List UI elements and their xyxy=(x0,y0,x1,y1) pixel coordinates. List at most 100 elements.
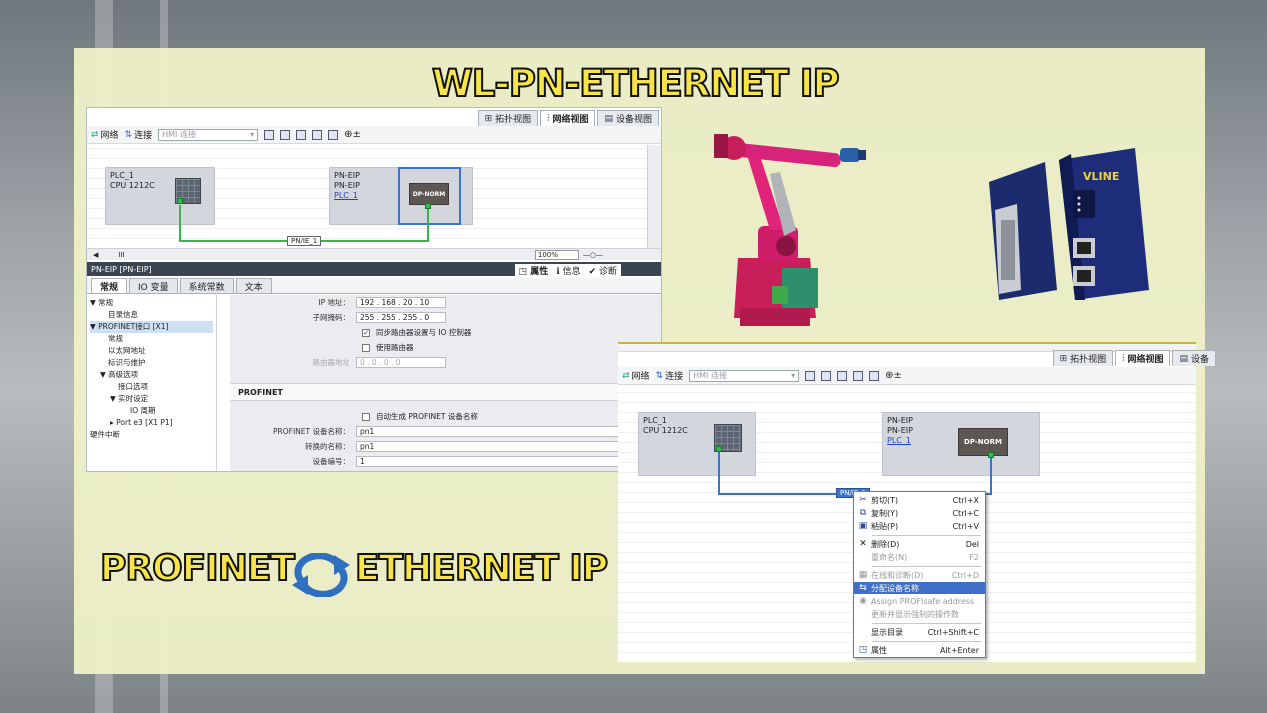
router-address-field[interactable]: 0 . 0 . 0 . 0 xyxy=(356,357,446,368)
scroll-left-icon[interactable]: ◀ xyxy=(93,251,98,259)
converted-name-field[interactable]: pn1 xyxy=(356,441,656,452)
tab-topology-view[interactable]: ⊞ 拓扑视图 xyxy=(1052,350,1114,366)
menu-item-delete[interactable]: ✕ 删除(D) Del xyxy=(854,538,985,550)
auto-name-checkbox[interactable] xyxy=(362,412,370,421)
toolbar-icon[interactable] xyxy=(805,370,816,381)
inspector-tabs: 常规 IO 变量 系统常数 文本 xyxy=(87,278,661,294)
sync-router-checkbox[interactable]: ✓ xyxy=(362,328,370,337)
scissors-icon: ✂ xyxy=(859,495,867,505)
zoom-icon[interactable]: ⊕± xyxy=(885,370,902,381)
tree-item[interactable]: IO 周期 xyxy=(90,405,213,417)
menu-item-online-diagnostics[interactable]: ▦ 在线和诊断(D) Ctrl+D xyxy=(854,569,985,581)
tree-item[interactable]: 接口选项 xyxy=(90,381,213,393)
toolbar-icon[interactable] xyxy=(837,370,848,381)
connect-button[interactable]: ⇅ 连接 xyxy=(124,128,153,142)
ethernet-ip-title: ETHERNET IP xyxy=(354,547,609,590)
plc-port[interactable] xyxy=(177,198,183,204)
vertical-scrollbar[interactable] xyxy=(647,145,661,248)
connect-icon: ⇅ xyxy=(124,129,133,140)
copy-icon: ⧉ xyxy=(859,508,867,518)
tree-item[interactable]: 硬件中断 xyxy=(90,429,213,441)
hmi-connection-select[interactable]: HMI 连接 ▾ xyxy=(689,369,800,382)
profinet-section[interactable]: PROFINET xyxy=(230,383,661,401)
toolbar-icon[interactable] xyxy=(869,370,880,381)
dp-norm-block: DP-NORM xyxy=(958,428,1008,456)
device-name-field[interactable]: pn1 xyxy=(356,426,656,437)
tab-texts[interactable]: 文本 xyxy=(235,278,272,293)
network-icon: ⇄ xyxy=(622,370,630,381)
tab-info[interactable]: ℹ 信息 xyxy=(556,264,580,277)
network-button[interactable]: ⇄ 网络 xyxy=(91,128,119,142)
tree-item[interactable]: ▼ 实时设定 xyxy=(90,393,213,405)
tab-device-view[interactable]: ▤ 设备 xyxy=(1172,350,1216,366)
device-brand-label: VLINE xyxy=(1083,170,1119,183)
scroll-thumb[interactable]: III xyxy=(118,251,124,259)
diagnostics-icon: ▦ xyxy=(858,570,868,580)
network-line xyxy=(990,458,992,494)
toolbar-icon[interactable] xyxy=(312,129,323,140)
ip-row: IP 地址： 192 . 168 . 20 . 10 xyxy=(230,297,446,308)
tab-device-view[interactable]: ▤ 设备视图 xyxy=(597,110,659,126)
tree-item[interactable]: ▼ 常规 xyxy=(90,297,213,309)
network-button[interactable]: ⇄ 网络 xyxy=(622,369,650,383)
zoom-select[interactable]: 100% xyxy=(534,249,579,260)
menu-separator xyxy=(872,623,981,624)
tab-network-view[interactable]: ⫶ 网络视图 xyxy=(1115,350,1171,366)
tab-properties[interactable]: ◳ 属性 xyxy=(519,264,549,277)
tab-io-tags[interactable]: IO 变量 xyxy=(129,278,178,293)
properties-icon: ◳ xyxy=(858,645,868,655)
device-number-field[interactable]: 1 xyxy=(356,456,656,467)
connect-icon: ⇅ xyxy=(655,370,664,381)
delete-icon: ✕ xyxy=(859,539,867,549)
toolbar-icon[interactable] xyxy=(853,370,864,381)
toolbar-icon[interactable] xyxy=(264,129,275,140)
tree-item[interactable]: 目录信息 xyxy=(90,309,213,321)
chevron-down-icon: ▾ xyxy=(791,371,796,380)
subnet-mask-field[interactable]: 255 . 255 . 255 . 0 xyxy=(356,312,446,323)
tree-item[interactable]: 标识与维护 xyxy=(90,357,213,369)
use-router-checkbox[interactable] xyxy=(362,343,370,352)
zoom-slider[interactable]: —○— xyxy=(583,251,603,259)
menu-item-paste[interactable]: ▣ 粘贴(P) Ctrl+V xyxy=(854,520,985,532)
hmi-connection-select[interactable]: HMI 连接 ▾ xyxy=(158,128,259,141)
menu-item-show-catalog[interactable]: 显示目录 Ctrl+Shift+C xyxy=(854,626,985,638)
menu-item-cut[interactable]: ✂ 剪切(T) Ctrl+X xyxy=(854,494,985,506)
tab-diagnostics[interactable]: ✔ 诊断 xyxy=(589,264,617,277)
toolbar-icon[interactable] xyxy=(296,129,307,140)
network-canvas[interactable]: PLC_1 CPU 1212C PN-EIP PN-EIP PLC_1 DP-N… xyxy=(87,145,647,248)
menu-item-properties[interactable]: ◳ 属性 Alt+Enter xyxy=(854,644,985,656)
menu-item-copy[interactable]: ⧉ 复制(Y) Ctrl+C xyxy=(854,507,985,519)
view-tabs: ⊞ 拓扑视图 ⫶ 网络视图 ▤ 设备视图 xyxy=(477,110,659,126)
menu-item-rename[interactable]: 重命名(N) F2 xyxy=(854,551,985,563)
horizontal-scrollbar[interactable]: ◀ III 100% —○— xyxy=(87,248,661,260)
tab-general[interactable]: 常规 xyxy=(91,278,128,293)
tree-item[interactable]: 常规 xyxy=(90,333,213,345)
menu-item-assign-profisafe[interactable]: ◉ Assign PROFIsafe address xyxy=(854,595,985,607)
tree-item[interactable]: ▸ Port e3 [X1 P1] xyxy=(90,417,213,429)
toolbar-icon[interactable] xyxy=(280,129,291,140)
tab-system-constants[interactable]: 系统常数 xyxy=(179,278,234,293)
menu-item-update-forced[interactable]: 更新并显示强制的操作数 xyxy=(854,608,985,620)
property-tree: ▼ 常规 目录信息 ▼ PROFINET接口 [X1] 常规 以太网地址 标识与… xyxy=(87,295,217,471)
network-view-icon: ⫶ xyxy=(547,113,550,124)
toolbar-icon[interactable] xyxy=(821,370,832,381)
tree-item[interactable]: ▼ 高级选项 xyxy=(90,369,213,381)
network-label[interactable]: PN/IE_1 xyxy=(287,236,322,246)
mask-row: 子网掩码： 255 . 255 . 255 . 0 xyxy=(230,312,446,323)
device-name-row: PROFINET 设备名称： pn1 xyxy=(230,426,656,437)
toolbar-icon[interactable] xyxy=(328,129,339,140)
network-icon: ⇄ xyxy=(91,129,99,140)
assign-name-icon: ⇆ xyxy=(859,583,867,593)
tab-network-view[interactable]: ⫶ 网络视图 xyxy=(540,110,596,126)
menu-item-assign-device-name[interactable]: ⇆ 分配设备名称 xyxy=(854,582,985,594)
paste-icon: ▣ xyxy=(858,521,868,531)
ip-field[interactable]: 192 . 168 . 20 . 10 xyxy=(356,297,446,308)
connect-button[interactable]: ⇅ 连接 xyxy=(655,369,684,383)
network-line xyxy=(179,205,181,241)
dp-norm-block: DP-NORM xyxy=(409,183,449,205)
tab-topology-view[interactable]: ⊞ 拓扑视图 xyxy=(477,110,539,126)
tree-item[interactable]: ▼ PROFINET接口 [X1] xyxy=(90,321,213,333)
zoom-icon[interactable]: ⊕± xyxy=(344,129,361,140)
tree-item[interactable]: 以太网地址 xyxy=(90,345,213,357)
auto-name-row: 自动生成 PROFINET 设备名称 xyxy=(362,411,478,422)
